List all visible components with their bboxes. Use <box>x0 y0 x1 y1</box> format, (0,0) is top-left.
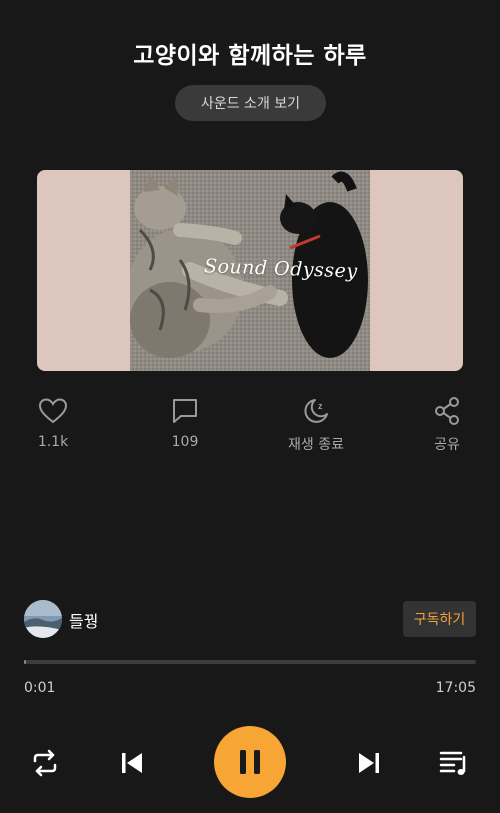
album-cover: Sound Odyssey <box>37 170 463 371</box>
sound-intro-button[interactable]: 사운드 소개 보기 <box>175 85 326 121</box>
playlist-icon <box>439 751 466 775</box>
heart-icon <box>38 398 68 424</box>
skip-previous-icon <box>122 753 142 773</box>
share-button[interactable]: 공유 <box>397 396 497 454</box>
comment-button[interactable]: 109 <box>135 396 235 450</box>
like-count: 1.1k <box>37 434 69 450</box>
current-time: 0:01 <box>24 680 56 696</box>
previous-button[interactable] <box>115 746 149 780</box>
moon-sleep-icon: z <box>304 399 328 423</box>
subscribe-button[interactable]: 구독하기 <box>403 601 476 637</box>
artist-row: 들꿩 구독하기 <box>24 600 476 638</box>
comment-icon <box>173 399 197 423</box>
pause-icon <box>240 750 260 774</box>
next-button[interactable] <box>352 746 386 780</box>
pause-button[interactable] <box>214 726 286 798</box>
total-time: 17:05 <box>435 680 476 696</box>
progress-fill <box>24 660 26 664</box>
sleep-timer-button[interactable]: z 재생 종료 <box>266 396 366 454</box>
action-bar: 1.1k 109 z 재생 종료 공유 <box>0 396 500 456</box>
repeat-icon <box>33 749 57 777</box>
comment-count: 109 <box>171 434 199 450</box>
share-icon <box>435 397 459 425</box>
artist-avatar[interactable] <box>24 600 62 638</box>
progress-bar[interactable] <box>24 660 476 664</box>
playlist-button[interactable] <box>437 746 471 780</box>
skip-next-icon <box>359 753 379 773</box>
svg-text:z: z <box>318 401 323 411</box>
cats-photo: Sound Odyssey <box>130 170 370 371</box>
like-button[interactable]: 1.1k <box>3 396 103 450</box>
repeat-button[interactable] <box>28 746 62 780</box>
sleep-timer-label: 재생 종료 <box>288 437 344 453</box>
share-label: 공유 <box>434 437 460 453</box>
artist-name[interactable]: 들꿩 <box>69 608 98 632</box>
track-title: 고양이와 함께하는 하루 <box>133 43 367 69</box>
